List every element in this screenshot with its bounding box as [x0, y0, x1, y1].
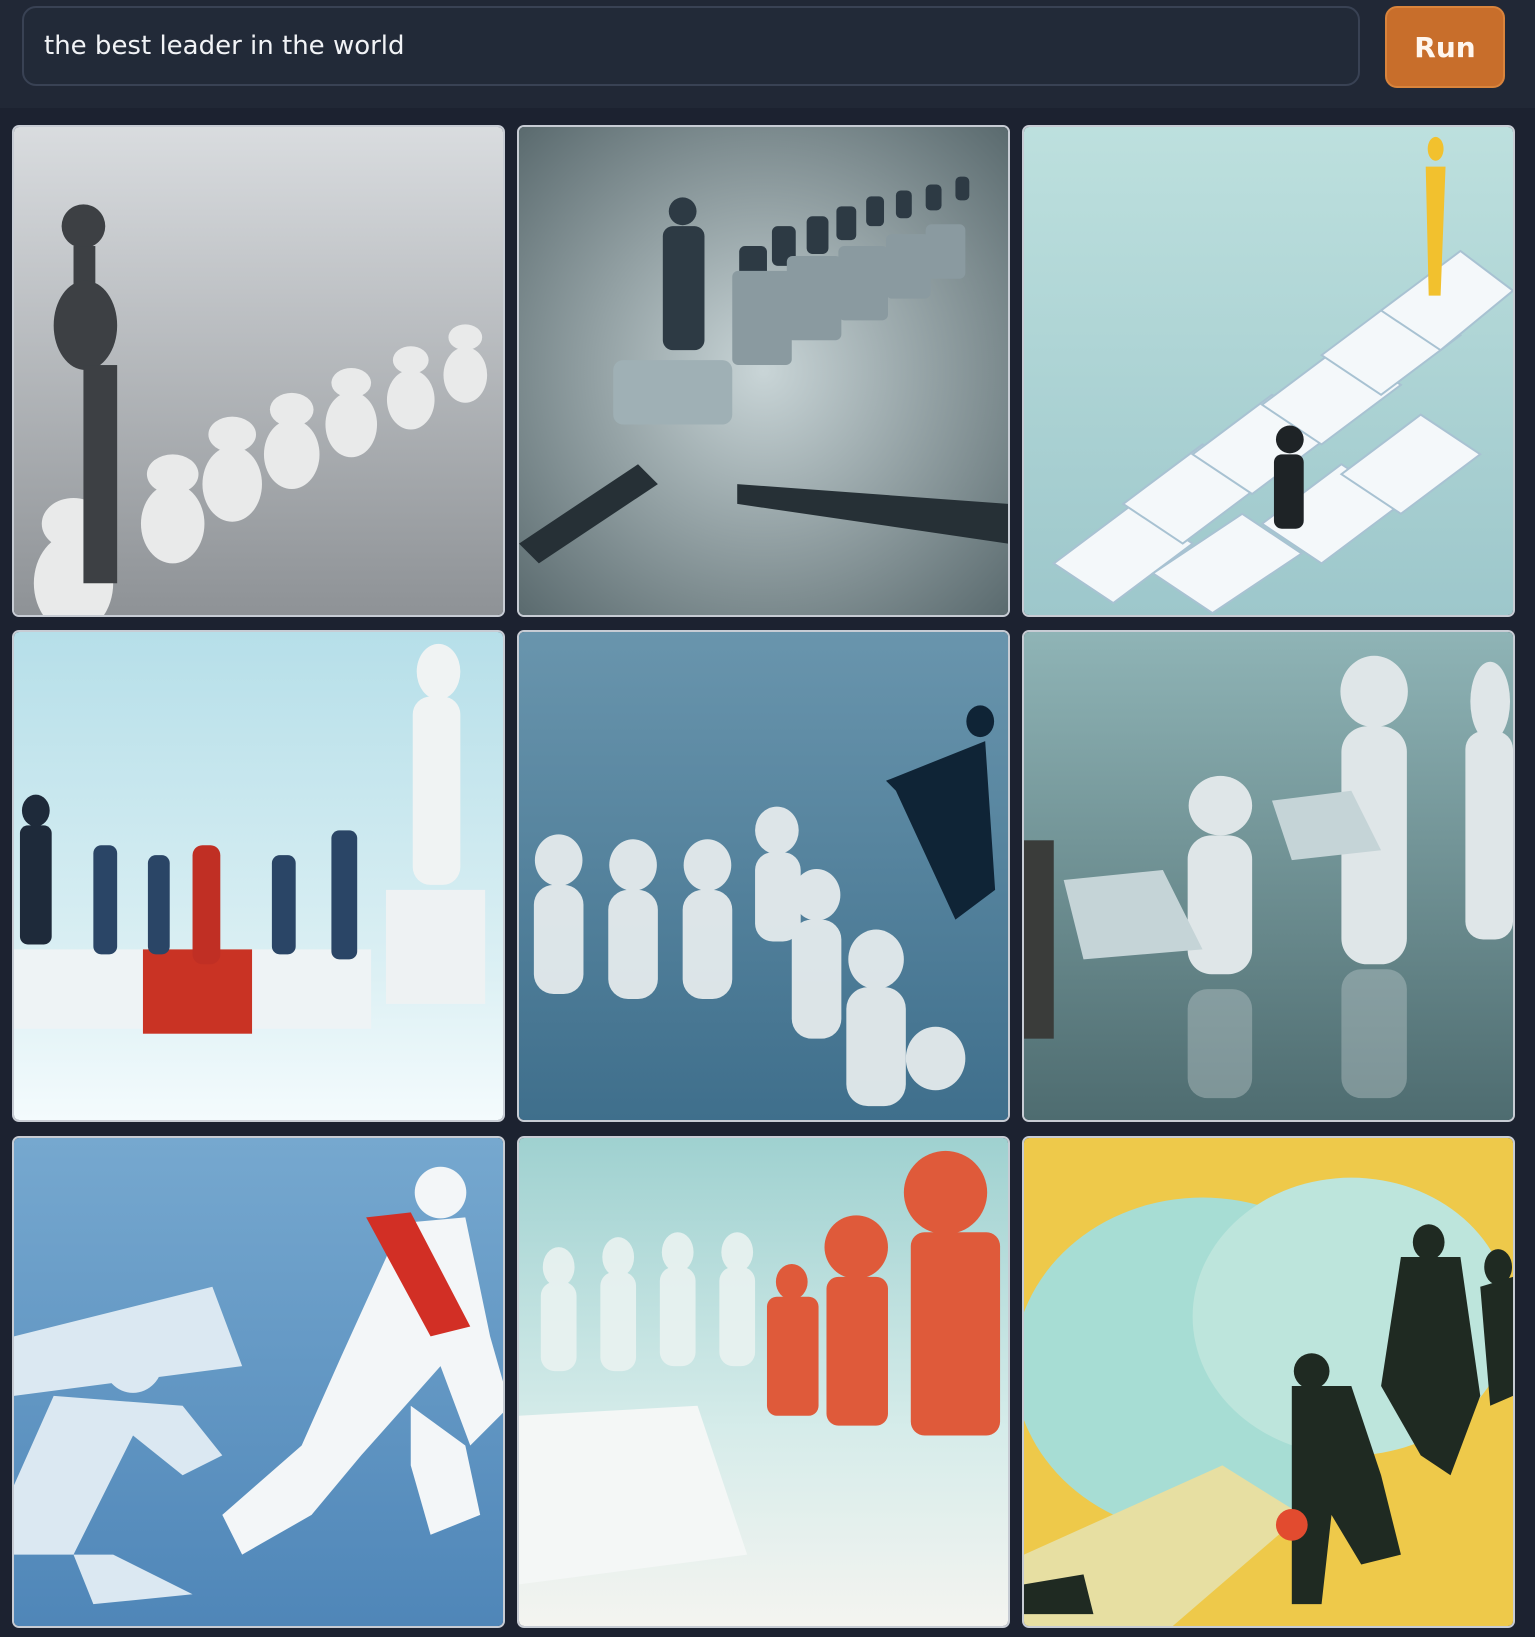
generated-image-9[interactable]: [1022, 1136, 1515, 1628]
generated-image-4[interactable]: [12, 630, 505, 1122]
toolbar: the best leader in the world Run: [0, 0, 1535, 110]
generated-image-3[interactable]: [1022, 125, 1515, 617]
generated-image-7[interactable]: [12, 1136, 505, 1628]
generated-image-6[interactable]: [1022, 630, 1515, 1122]
generated-image-1[interactable]: [12, 125, 505, 617]
prompt-input[interactable]: the best leader in the world: [22, 6, 1360, 86]
run-button[interactable]: Run: [1385, 6, 1505, 88]
image-gallery: [0, 108, 1535, 1637]
generated-image-2[interactable]: [517, 125, 1010, 617]
generated-image-8[interactable]: [517, 1136, 1010, 1628]
generated-image-5[interactable]: [517, 630, 1010, 1122]
